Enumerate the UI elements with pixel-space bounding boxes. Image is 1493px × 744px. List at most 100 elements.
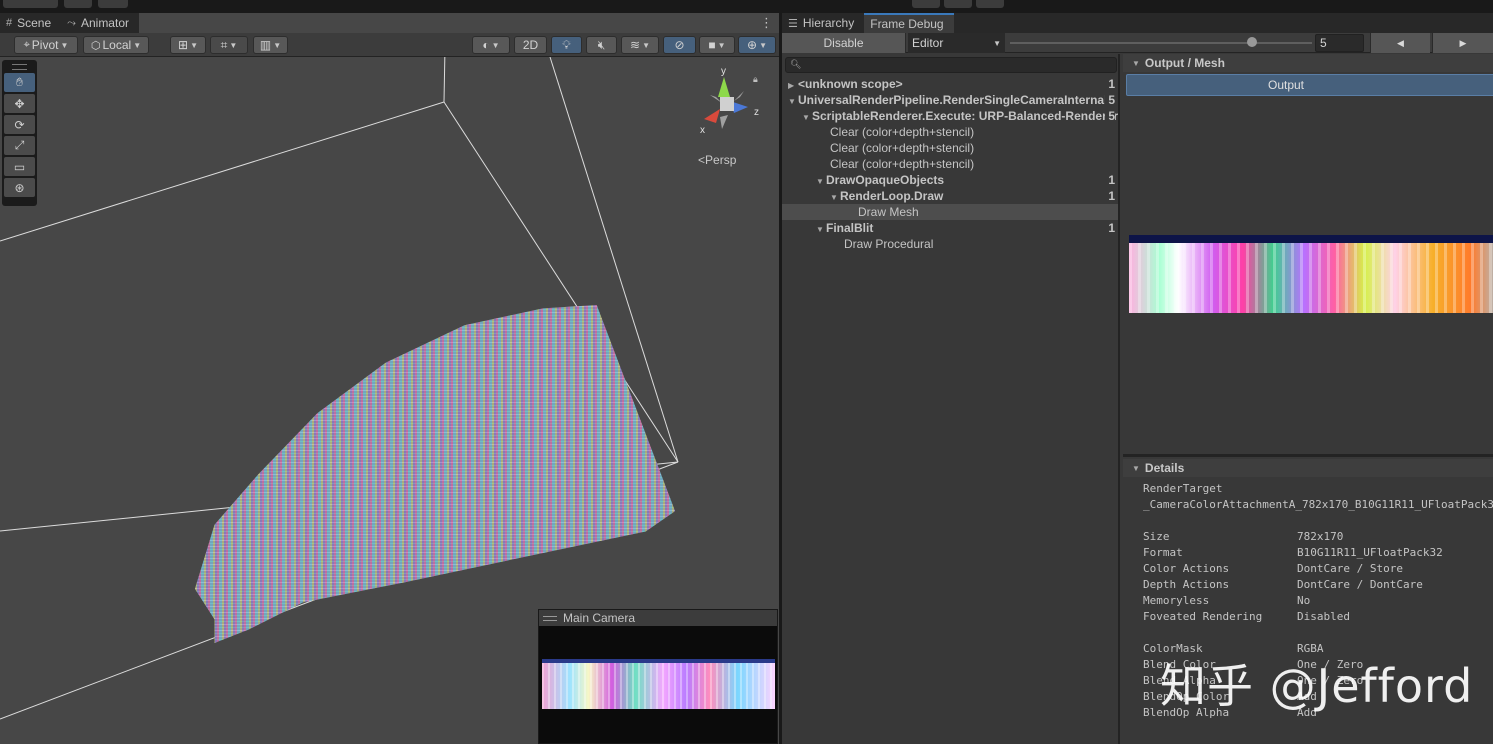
rotate-tool-icon[interactable]: ⟳	[4, 115, 35, 134]
tab-animator-label: Animator	[80, 16, 129, 30]
tree-row-label: DrawOpaqueObjects	[826, 173, 945, 187]
perspective-icon: <	[698, 153, 706, 167]
projection-toggle[interactable]: <Persp	[698, 153, 736, 167]
local-dropdown[interactable]: ⬡ Local ▼	[83, 36, 149, 54]
tree-row[interactable]: ▼ ScriptableRenderer.Execute: URP-Balance…	[782, 108, 1118, 124]
gizmo-center-cube[interactable]	[720, 97, 734, 111]
move-tool-icon[interactable]: ✥	[4, 94, 35, 113]
property-key: Color Actions	[1143, 562, 1230, 575]
property-value: No	[1297, 594, 1311, 607]
top-toolbar-strip	[0, 0, 1493, 13]
transform-tool-icon[interactable]: ⊛	[4, 178, 35, 197]
drag-handle-icon[interactable]	[543, 615, 557, 621]
tab-scene[interactable]: # Scene	[0, 13, 61, 33]
lighting-toggle[interactable]: 💡︎	[551, 36, 582, 54]
details-section-header[interactable]: ▼ Details	[1123, 459, 1493, 477]
tab-hierarchy[interactable]: ☰ Hierarchy	[782, 13, 864, 33]
detail-row: Depth Actions DontCare / DontCare	[1143, 577, 1493, 593]
toggle-2d-button[interactable]: 2D	[514, 36, 547, 54]
triangle-down-icon[interactable]: ▼	[802, 110, 812, 124]
gizmos-dropdown[interactable]: ⊕ ▼	[738, 36, 776, 54]
tree-row-label: UniversalRenderPipeline.RenderSingleCame…	[798, 93, 1108, 107]
tab-animator[interactable]: ⤳ Animator	[61, 13, 139, 33]
palette-grip[interactable]	[12, 64, 27, 70]
tool-palette: ✋︎ ✥ ⟳ ⤢ ▭ ⊛	[2, 60, 37, 206]
grid-snapping-button[interactable]: ⊞ ▼	[170, 36, 206, 54]
tree-row[interactable]: ▶ <unknown scope> 1	[782, 76, 1118, 92]
scale-tool-icon[interactable]: ⤢	[4, 136, 35, 155]
visibility-toggle[interactable]: ⊘	[663, 36, 696, 54]
tree-row[interactable]: ▼ RenderLoop.Draw 1	[782, 188, 1118, 204]
property-value: B10G11R11_UFloatPack32	[1297, 546, 1443, 559]
pause-button[interactable]	[944, 0, 972, 8]
event-number-field[interactable]: 5	[1315, 34, 1364, 52]
tree-row[interactable]: Draw Mesh	[782, 204, 1118, 220]
tree-row[interactable]: Clear (color+depth+stencil)	[782, 140, 1118, 156]
lock-icon[interactable]: 🔒︎	[753, 75, 758, 85]
tree-row[interactable]: Draw Procedural	[782, 236, 1118, 252]
chevron-down-icon: ▼	[642, 40, 650, 50]
camera-dropdown[interactable]: ■ ▼	[699, 36, 735, 54]
scene-view-options-button[interactable]: ▥ ▼	[253, 36, 288, 54]
triangle-down-icon[interactable]: ▼	[830, 190, 840, 204]
effects-dropdown[interactable]: ≋ ▼	[621, 36, 659, 54]
scene-viewport[interactable]: ✋︎ ✥ ⟳ ⤢ ▭ ⊛ y x z 🔒︎ <Persp Main Camera	[0, 57, 779, 744]
triangle-down-icon[interactable]: ▼	[816, 174, 826, 188]
triangle-down-icon[interactable]: ▼	[816, 222, 826, 236]
triangle-left-icon: ◀	[1397, 37, 1404, 48]
property-value: DontCare / DontCare	[1297, 578, 1423, 591]
tree-row[interactable]: Clear (color+depth+stencil)	[782, 124, 1118, 140]
output-section-header[interactable]: ▼ Output / Mesh	[1123, 54, 1493, 72]
event-slider-track[interactable]	[1010, 42, 1312, 44]
play-button[interactable]	[912, 0, 940, 8]
camera-preview-header[interactable]: Main Camera	[539, 610, 777, 626]
scene-tabbar: # Scene ⤳ Animator	[0, 13, 139, 33]
search-input[interactable]: 🔍︎	[785, 57, 1117, 73]
audio-toggle[interactable]: 🔇︎	[586, 36, 617, 54]
tree-row-label: RenderLoop.Draw	[840, 189, 944, 203]
account-button[interactable]	[3, 0, 58, 8]
tree-row[interactable]: ▼ FinalBlit 1	[782, 220, 1118, 236]
output-tab-button[interactable]: Output	[1126, 74, 1493, 96]
search-icon: 🔍︎	[790, 59, 802, 69]
tab-frame-debug[interactable]: Frame Debug	[864, 13, 954, 33]
panel-divider[interactable]	[1123, 454, 1493, 457]
x-axis-cone-icon[interactable]	[704, 109, 720, 123]
step-button[interactable]	[976, 0, 1004, 8]
toggle-2d-label: 2D	[522, 38, 539, 52]
event-slider-thumb[interactable]	[1246, 37, 1257, 47]
camera-preview-overlay[interactable]: Main Camera	[538, 609, 778, 744]
increment-snap-button[interactable]: ⌗ ▼	[210, 36, 248, 54]
tab-hierarchy-label: Hierarchy	[802, 16, 855, 30]
grid-icon: #	[6, 17, 13, 29]
tree-row[interactable]: ▼ DrawOpaqueObjects 1	[782, 172, 1118, 188]
pivot-dropdown[interactable]: ⌖ Pivot ▼	[14, 36, 78, 54]
triangle-down-icon: ▼	[1132, 58, 1140, 68]
orientation-gizmo[interactable]: y x z 🔒︎	[690, 67, 770, 147]
gizmo-z-label: z	[754, 107, 759, 118]
property-value: Disabled	[1297, 610, 1350, 623]
property-key: Depth Actions	[1143, 578, 1230, 591]
next-event-button[interactable]: ▶	[1432, 33, 1493, 53]
tree-row-label: Draw Procedural	[844, 237, 934, 251]
draw-mode-dropdown[interactable]: ◐ ▼	[472, 36, 510, 54]
triangle-right-icon[interactable]: ▶	[788, 78, 798, 92]
previous-event-button[interactable]: ◀	[1370, 33, 1430, 53]
cloud-button[interactable]	[64, 0, 92, 8]
tree-row-count: 1	[1105, 188, 1115, 204]
target-dropdown[interactable]: Editor ▼	[908, 33, 1005, 53]
shading-sphere-icon: ◐	[482, 38, 490, 52]
tree-row[interactable]: ▼ UniversalRenderPipeline.RenderSingleCam…	[782, 92, 1118, 108]
y-axis-cone-icon[interactable]	[718, 77, 730, 97]
triangle-down-icon[interactable]: ▼	[788, 94, 798, 108]
chevron-down-icon: ▼	[133, 40, 142, 50]
hand-tool-icon[interactable]: ✋︎	[4, 73, 35, 92]
tree-row-label: <unknown scope>	[798, 77, 903, 91]
rect-tool-icon[interactable]: ▭	[4, 157, 35, 176]
more-options-icon[interactable]: ⋮	[760, 15, 773, 31]
disable-button[interactable]: Disable	[782, 33, 906, 53]
collab-button[interactable]	[98, 0, 128, 8]
tree-row[interactable]: Clear (color+depth+stencil)	[782, 156, 1118, 172]
tab-scene-label: Scene	[17, 16, 52, 30]
gizmo-globe-icon: ⊕	[747, 38, 758, 52]
